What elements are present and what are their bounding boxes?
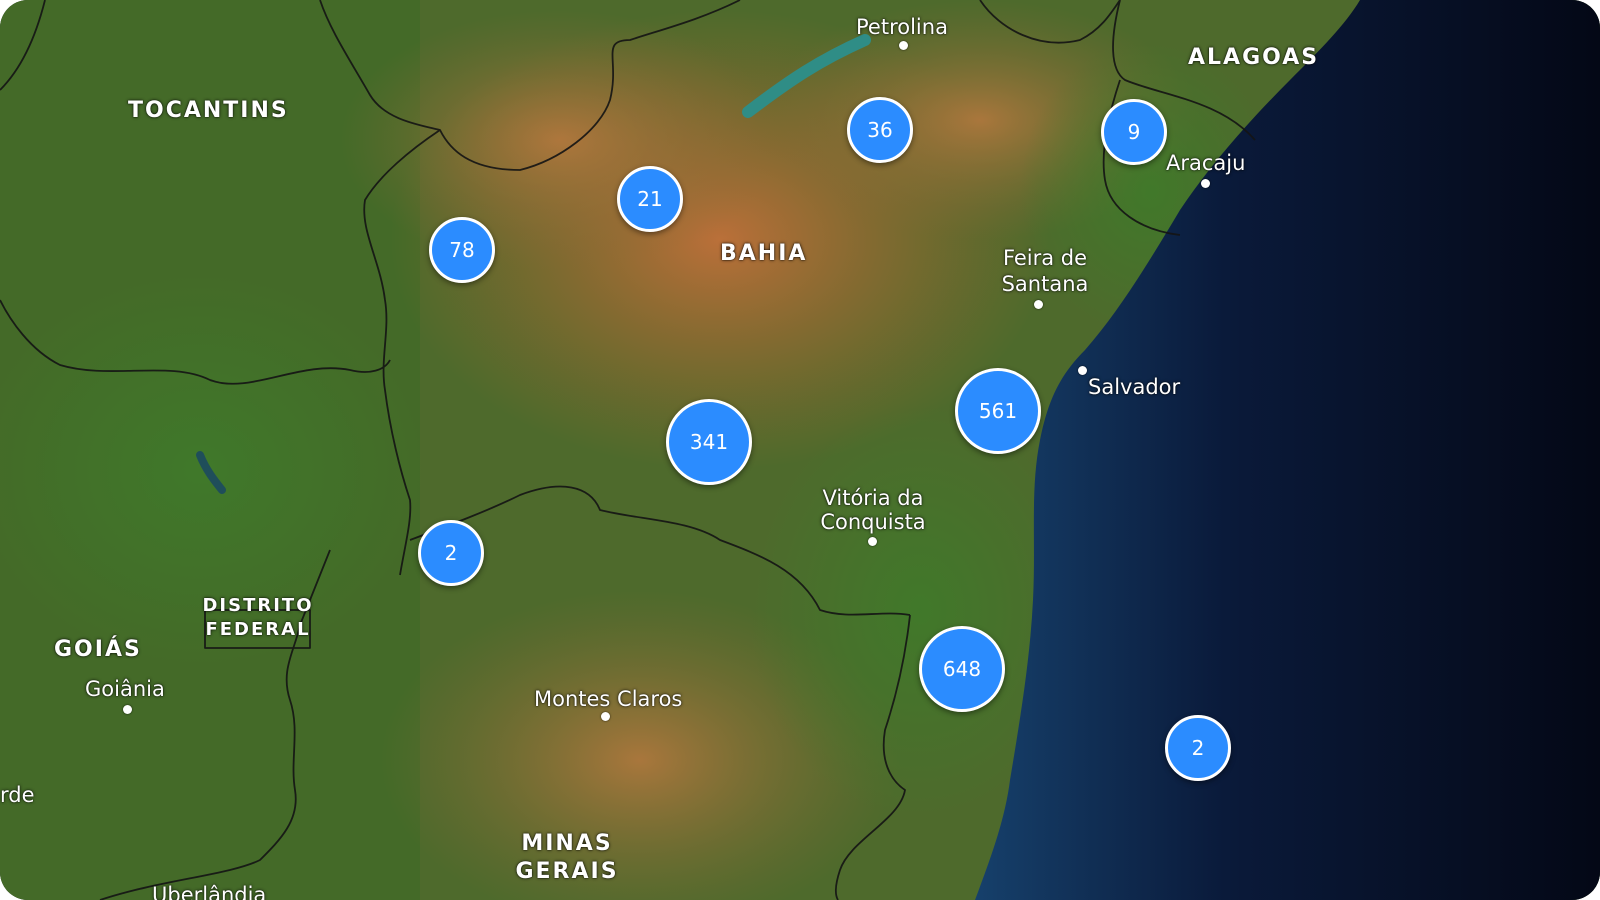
state-label-bahia: BAHIA (720, 241, 808, 266)
city-dot-vitoria-da-conquista (867, 536, 877, 546)
state-label-distrito-federal: DISTRITO FEDERAL (202, 595, 314, 640)
city-label-petrolina: Petrolina (856, 15, 948, 39)
cluster-marker-78[interactable]: 78 (429, 217, 495, 283)
cluster-marker-9[interactable]: 9 (1101, 99, 1167, 165)
city-label-goiania: Goiânia (85, 677, 165, 701)
state-label-goias: GOIÁS (54, 637, 142, 662)
satellite-map[interactable] (0, 0, 1600, 900)
arid-region-northwest (340, 10, 780, 270)
cluster-marker-36[interactable]: 36 (847, 97, 913, 163)
city-dot-salvador (1077, 365, 1087, 375)
city-label-feira-de-santana: Feira de Santana (1001, 246, 1089, 296)
city-dot-feira-de-santana (1033, 299, 1043, 309)
cluster-marker-648[interactable]: 648 (919, 626, 1005, 712)
city-label-uberlandia: Uberlândia (152, 883, 267, 900)
city-dot-aracaju (1200, 178, 1210, 188)
city-label-salvador: Salvador (1088, 375, 1181, 399)
state-label-tocantins: TOCANTINS (128, 98, 289, 123)
city-label-edge-fragment: rde (0, 783, 35, 807)
map-viewport[interactable]: TOCANTINS BAHIA ALAGOAS DISTRITO FEDERAL… (0, 0, 1600, 900)
city-dot-montes-claros (600, 711, 610, 721)
cluster-marker-21[interactable]: 21 (617, 166, 683, 232)
state-label-minas-gerais: MINAS GERAIS (515, 831, 619, 884)
city-dot-goiania (122, 704, 132, 714)
city-label-aracaju: Aracaju (1166, 151, 1246, 175)
city-label-montes-claros: Montes Claros (534, 687, 683, 711)
cluster-marker-341[interactable]: 341 (666, 399, 752, 485)
cluster-marker-561[interactable]: 561 (955, 368, 1041, 454)
cluster-marker-2-ocean[interactable]: 2 (1165, 715, 1231, 781)
state-label-alagoas: ALAGOAS (1188, 45, 1320, 70)
city-label-vitoria-da-conquista: Vitória da Conquista (820, 486, 926, 534)
city-dot-petrolina (898, 40, 908, 50)
cluster-marker-2-west[interactable]: 2 (418, 520, 484, 586)
